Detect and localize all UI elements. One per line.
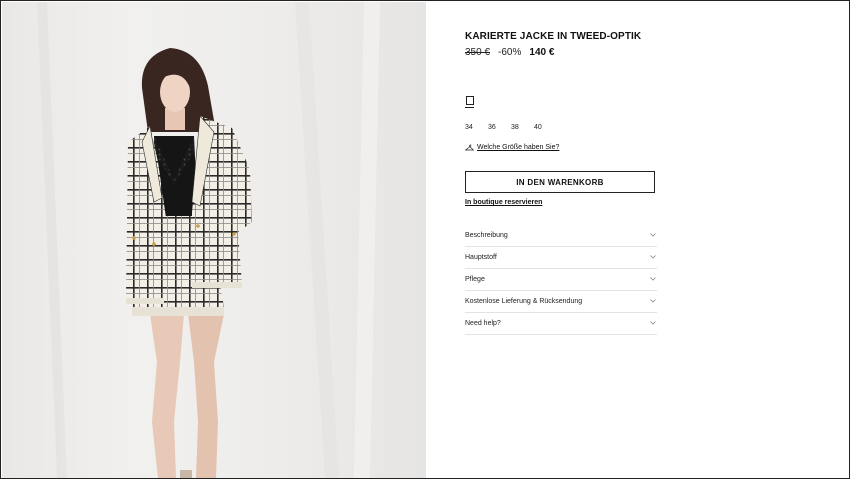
old-price: 350 € (465, 47, 491, 58)
product-details-accordion: Beschreibung Hauptstoff Pflege Kostenlos… (465, 225, 657, 335)
chevron-down-icon (650, 277, 656, 281)
accordion-item-label: Need help? (465, 320, 501, 327)
model-photo (37, 2, 380, 478)
accordion-item-main-fabric[interactable]: Hauptstoff (465, 247, 657, 269)
product-image[interactable] (2, 2, 426, 478)
accordion-item-label: Pflege (465, 276, 485, 283)
accordion-item-description[interactable]: Beschreibung (465, 225, 657, 247)
accordion-item-label: Kostenlose Lieferung & Rücksendung (465, 298, 583, 305)
chevron-down-icon (650, 321, 656, 325)
hanger-icon (465, 144, 474, 151)
discount-badge: -60% (498, 47, 522, 58)
add-to-cart-button[interactable]: IN DEN WARENKORB (465, 171, 655, 193)
size-option[interactable]: 36 (488, 124, 511, 131)
size-guide-label: Welche Größe haben Sie? (477, 144, 560, 151)
page-frame: KARIERTE JACKE IN TWEED-OPTIK 350 € -60% 1… (0, 0, 850, 479)
accordion-item-label: Beschreibung (465, 232, 508, 239)
reserve-in-boutique-link[interactable]: In boutique reservieren (465, 199, 542, 206)
size-guide-link[interactable]: Welche Größe haben Sie? (465, 144, 559, 151)
product-title: KARIERTE JACKE IN TWEED-OPTIK (465, 31, 642, 42)
size-option[interactable]: 34 (465, 124, 488, 131)
chevron-down-icon (650, 299, 656, 303)
color-swatch-selected-indicator (465, 107, 474, 108)
chevron-down-icon (650, 255, 656, 259)
accordion-item-care[interactable]: Pflege (465, 269, 657, 291)
size-selector: 34 36 38 40 (465, 116, 557, 134)
price-block: 350 € -60% 140 € (465, 47, 554, 58)
size-option[interactable]: 40 (534, 124, 557, 131)
color-swatch-icon[interactable] (466, 96, 474, 105)
accordion-item-need-help[interactable]: Need help? (465, 313, 657, 335)
size-option[interactable]: 38 (511, 124, 534, 131)
accordion-item-label: Hauptstoff (465, 254, 497, 261)
accordion-item-shipping-returns[interactable]: Kostenlose Lieferung & Rücksendung (465, 291, 657, 313)
current-price: 140 € (529, 47, 555, 58)
chevron-down-icon (650, 233, 656, 237)
